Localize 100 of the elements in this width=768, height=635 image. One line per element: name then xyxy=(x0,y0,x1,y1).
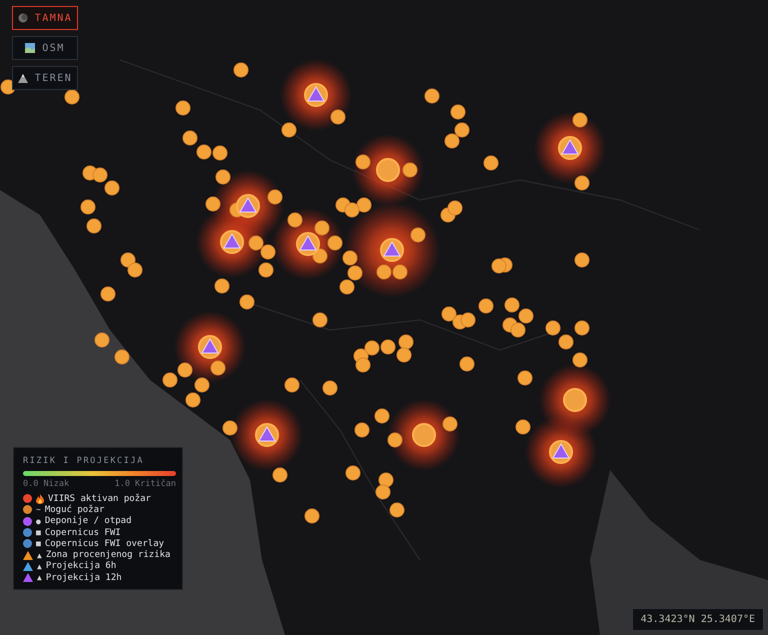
fire-marker xyxy=(388,432,402,448)
map-style-button[interactable]: TAMNA xyxy=(12,6,78,30)
fire-marker xyxy=(518,308,534,324)
legend-label: Copernicus FWI overlay xyxy=(44,538,164,549)
fire-marker xyxy=(356,154,370,170)
fire-marker xyxy=(390,502,404,518)
fire-marker xyxy=(216,170,230,184)
legend-label: Projekcija 12h xyxy=(46,572,122,583)
fire-marker xyxy=(442,306,456,322)
legend-label: Copernicus FWI xyxy=(44,528,121,538)
fire-marker xyxy=(378,472,394,488)
legend-label: Projekcija 6h xyxy=(46,561,116,572)
fire-marker xyxy=(344,202,360,218)
fire-marker xyxy=(284,378,300,392)
fire-marker xyxy=(504,298,520,312)
fire-marker xyxy=(340,280,354,294)
flame-icon xyxy=(36,494,44,504)
fire-marker xyxy=(380,340,396,354)
fire-marker xyxy=(114,350,130,364)
symbol-glyph: ▲ xyxy=(37,573,42,582)
fire-marker xyxy=(402,162,418,178)
fire-marker xyxy=(222,420,238,436)
fire-marker xyxy=(196,144,212,160)
fire-marker xyxy=(558,334,574,350)
fire-marker xyxy=(314,220,330,236)
fire-marker xyxy=(178,362,192,378)
fire-marker xyxy=(260,244,276,260)
fire-marker xyxy=(322,380,338,396)
fire-marker xyxy=(64,90,80,104)
fire-marker xyxy=(328,236,342,250)
legend-label: Zona procenjenog rizika xyxy=(46,550,170,560)
fire-marker xyxy=(268,190,282,204)
fire-marker xyxy=(442,416,458,432)
fire-marker xyxy=(162,372,178,388)
fire-marker xyxy=(182,130,198,146)
fire-marker xyxy=(248,236,264,250)
legend-title: RIZIK I PROJEKCIJA xyxy=(23,456,145,466)
fire-marker xyxy=(212,146,228,160)
fire-marker xyxy=(234,62,248,78)
symbol-glyph: ● xyxy=(36,516,41,526)
legend-label: Moguć požar xyxy=(44,504,104,515)
fire-marker xyxy=(346,466,360,480)
scale-max-label: 1.0 Kritičan xyxy=(114,479,176,489)
fire-marker xyxy=(376,264,392,280)
fire-marker xyxy=(94,332,110,348)
fire-marker xyxy=(478,298,494,314)
fire-marker xyxy=(444,134,460,148)
fire-marker xyxy=(356,358,370,372)
fire-marker xyxy=(516,420,530,434)
fire-marker xyxy=(348,266,362,280)
fire-marker xyxy=(104,180,120,196)
fire-marker xyxy=(312,248,328,264)
legend-label: Deponije / otpad xyxy=(44,516,132,526)
legend-label: VIIRS aktivan požar xyxy=(48,494,151,504)
fire-marker xyxy=(92,168,108,182)
scale-min-label: 0.0 Nizak xyxy=(23,479,70,489)
map-icon xyxy=(25,43,36,53)
fire-marker xyxy=(392,264,408,280)
fire-marker xyxy=(574,176,590,190)
fire-marker xyxy=(424,88,440,104)
moon-icon xyxy=(18,13,28,23)
symbol-glyph: ■ xyxy=(36,528,41,538)
symbol-glyph: ▲ xyxy=(37,550,42,560)
fire-marker xyxy=(572,112,588,128)
fire-marker xyxy=(214,278,230,294)
fire-marker xyxy=(128,262,142,278)
fire-marker xyxy=(484,156,498,170)
fire-marker xyxy=(330,110,346,124)
mountain-icon xyxy=(18,74,28,82)
map-style-button[interactable]: OSM xyxy=(12,36,78,60)
fire-marker xyxy=(450,104,466,120)
fire-marker xyxy=(454,122,470,138)
fire-marker xyxy=(86,218,102,234)
fire-marker xyxy=(194,378,210,392)
fire-marker xyxy=(460,312,476,328)
fire-marker xyxy=(354,422,370,438)
map-style-button[interactable]: TEREN xyxy=(12,66,78,90)
fire-marker xyxy=(100,286,116,302)
fire-marker xyxy=(304,508,320,524)
symbol-glyph: ▲ xyxy=(37,562,42,571)
fire-marker xyxy=(240,294,254,310)
fire-marker xyxy=(448,200,462,216)
fire-marker xyxy=(258,262,274,278)
fire-marker xyxy=(80,200,96,214)
fire-marker xyxy=(210,360,226,376)
fire-marker xyxy=(376,484,390,500)
fire-marker xyxy=(518,370,532,386)
fire-marker xyxy=(374,408,390,424)
fire-marker xyxy=(356,198,372,212)
symbol-glyph: ~ xyxy=(36,505,41,514)
fire-marker xyxy=(272,468,288,482)
fire-marker xyxy=(288,212,302,228)
fire-marker xyxy=(176,100,190,116)
fire-marker xyxy=(364,340,380,356)
fire-marker xyxy=(312,312,328,328)
fire-marker xyxy=(460,356,474,372)
fire-marker xyxy=(396,348,412,362)
fire-marker xyxy=(510,322,526,338)
fire-marker xyxy=(282,122,296,138)
fire-marker xyxy=(342,250,358,266)
